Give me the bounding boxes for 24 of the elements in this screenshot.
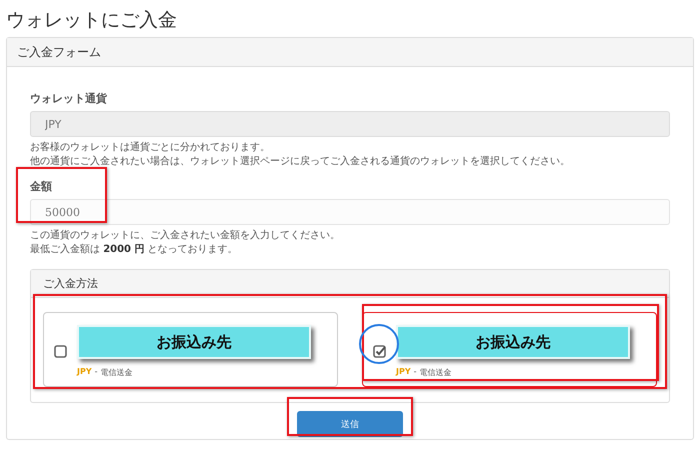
panel-title: ご入金フォーム: [7, 38, 693, 67]
checkbox[interactable]: [54, 345, 67, 358]
method-label: お振込み先: [77, 325, 311, 359]
method-card[interactable]: お振込み先 JPY - 電信送金: [362, 312, 657, 387]
field-label: ウォレット通貨: [30, 91, 108, 106]
help-text: 最低ご入金額は 2000 円 となっております。: [30, 243, 239, 257]
separator-text: -: [414, 367, 417, 378]
separator-text: -: [94, 367, 98, 378]
currency-code: JPY: [396, 367, 411, 378]
method-card[interactable]: お振込み先 JPY - 電信送金: [43, 312, 338, 387]
highlight-circle: [359, 324, 399, 364]
help-text: 他の通貨にご入金されたい場合は、ウォレット選択ページに戻ってご入金される通貨のウォレットを選択してください。: [30, 155, 571, 169]
help-text: お客様のウォレットは通貨ごとに分かれております。: [30, 141, 271, 155]
checkbox[interactable]: [373, 345, 386, 358]
submit-button[interactable]: 送信: [297, 411, 403, 437]
transfer-method: 電信送金: [420, 367, 452, 378]
method-label: お振込み先: [396, 325, 630, 359]
transfer-method: 電信送金: [100, 367, 133, 378]
field-label: 金額: [30, 179, 53, 194]
method-panel-title: ご入金方法: [31, 270, 669, 298]
input-field[interactable]: 50000: [30, 199, 670, 225]
page-title: ウォレットにご入金: [5, 8, 178, 30]
currency-code: JPY: [77, 367, 92, 378]
help-text: この通貨のウォレットに、ご入金されたい金額を入力してください。: [30, 229, 341, 243]
